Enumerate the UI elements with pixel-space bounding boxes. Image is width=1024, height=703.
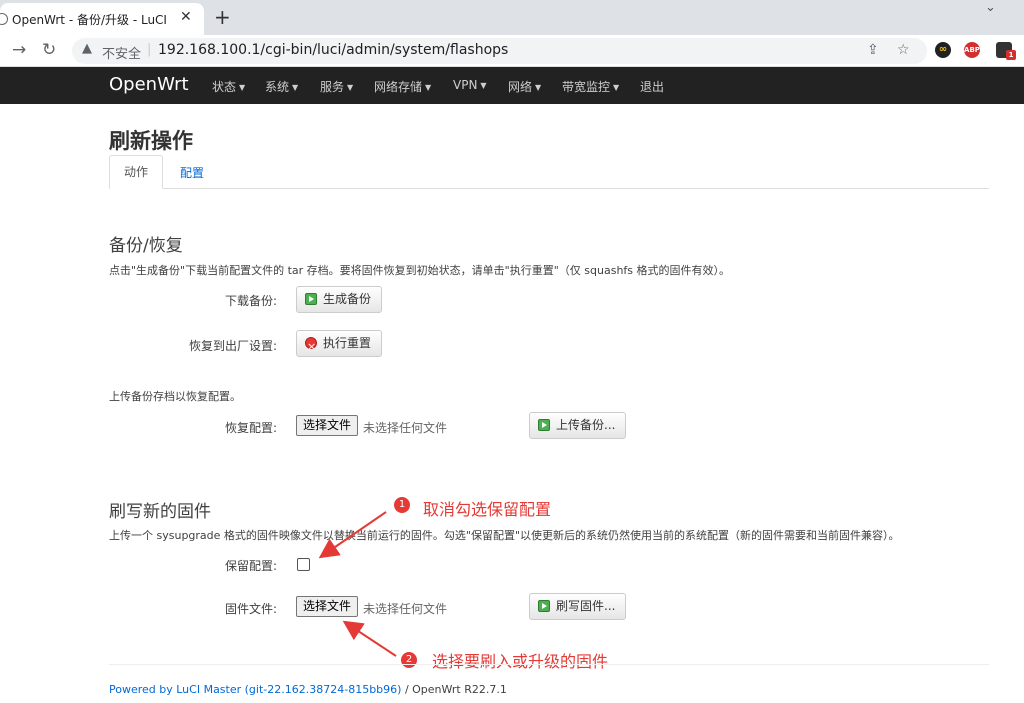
annotation-number-2: 2 <box>401 652 417 668</box>
divider: | <box>147 42 152 57</box>
download-backup-label: 下载备份: <box>225 294 278 308</box>
annotation-number-1: 1 <box>394 497 410 513</box>
menu-bandwidth[interactable]: 带宽监控 ▼ <box>562 78 619 95</box>
restore-config-label: 恢复配置: <box>225 421 278 435</box>
new-tab-button[interactable]: + <box>214 5 231 29</box>
annotation-text-2: 选择要刷入或升级的固件 <box>432 652 609 671</box>
adblock-icon[interactable]: ABP <box>964 42 980 58</box>
no-firmware-selected: 未选择任何文件 <box>363 602 448 616</box>
play-icon <box>538 419 550 431</box>
caret-down-icon: ▼ <box>292 83 299 92</box>
play-icon <box>538 600 550 612</box>
browser-tab-bar: OpenWrt - 备份/升级 - LuCI ✕ + ⌄ <box>0 0 1024 35</box>
upload-backup-button[interactable]: 上传备份... <box>529 412 627 439</box>
reset-icon <box>305 334 317 359</box>
caret-down-icon: ▼ <box>347 83 354 92</box>
brand-logo[interactable]: OpenWrt <box>109 74 189 95</box>
upload-backup-description: 上传备份存档以恢复配置。 <box>109 390 241 403</box>
url-text[interactable]: 192.168.100.1/cgi-bin/luci/admin/system/… <box>158 42 508 58</box>
close-tab-icon[interactable]: ✕ <box>180 9 192 25</box>
no-file-selected: 未选择任何文件 <box>363 421 448 435</box>
menu-status[interactable]: 状态 ▼ <box>212 78 245 95</box>
forward-icon[interactable]: → <box>12 40 26 60</box>
backup-description: 点击"生成备份"下载当前配置文件的 tar 存档。要将固件恢复到初始状态，请单击… <box>109 264 731 277</box>
play-icon <box>305 293 317 305</box>
annotation-arrows <box>318 511 397 657</box>
chevron-down-icon[interactable]: ⌄ <box>985 0 996 15</box>
openwrt-navbar: OpenWrt 状态 ▼ 系统 ▼ 服务 ▼ 网络存储 ▼ VPN ▼ 网络 ▼ 带宽监控 ▼… <box>0 67 1024 104</box>
keep-settings-label: 保留配置: <box>225 559 278 573</box>
menu-services[interactable]: 服务 ▼ <box>320 78 353 95</box>
menu-nas[interactable]: 网络存储 ▼ <box>374 78 431 95</box>
tab-actions[interactable]: 动作 <box>109 155 163 189</box>
caret-down-icon: ▼ <box>239 83 246 92</box>
address-bar-row: → ↻ ▲ 不安全 | 192.168.100.1/cgi-bin/luci/a… <box>0 35 1024 67</box>
reload-icon[interactable]: ↻ <box>42 40 56 60</box>
annotation-text-1: 取消勾选保留配置 <box>423 500 552 519</box>
arrow-to-file-button <box>342 620 397 657</box>
extension-icon[interactable]: ∞ <box>935 42 951 58</box>
footer: Powered by LuCI Master (git-22.162.38724… <box>109 683 507 696</box>
footer-version: / OpenWrt R22.7.1 <box>401 683 507 696</box>
flash-firmware-button[interactable]: 刷写固件... <box>529 593 627 620</box>
menu-vpn[interactable]: VPN ▼ <box>453 78 487 92</box>
footer-divider <box>109 664 989 665</box>
warning-icon[interactable]: ▲ <box>82 41 92 56</box>
browser-tab[interactable]: OpenWrt - 备份/升级 - LuCI ✕ <box>0 3 204 35</box>
menu-network[interactable]: 网络 ▼ <box>508 78 541 95</box>
menu-logout[interactable]: 退出 <box>640 78 664 95</box>
firmware-file-label: 固件文件: <box>225 602 278 616</box>
caret-down-icon: ▼ <box>613 83 620 92</box>
choose-firmware-file-button[interactable]: 选择文件 <box>296 596 359 617</box>
perform-reset-button[interactable]: 执行重置 <box>296 330 383 359</box>
tabs-divider <box>109 188 989 189</box>
luci-link[interactable]: Powered by LuCI Master (git-22.162.38724… <box>109 683 401 696</box>
choose-backup-file-button[interactable]: 选择文件 <box>296 415 359 436</box>
factory-reset-label: 恢复到出厂设置: <box>189 339 278 353</box>
caret-down-icon: ▼ <box>480 81 487 90</box>
generate-backup-button[interactable]: 生成备份 <box>296 286 383 313</box>
flash-heading: 刷写新的固件 <box>109 502 211 522</box>
notification-badge: 1 <box>1006 50 1016 60</box>
keep-settings-checkbox[interactable] <box>297 558 310 571</box>
globe-icon <box>0 13 8 25</box>
insecure-label[interactable]: 不安全 <box>102 43 141 62</box>
flash-description: 上传一个 sysupgrade 格式的固件映像文件以替换当前运行的固件。勾选"保… <box>109 529 900 542</box>
tab-title: OpenWrt - 备份/升级 - LuCI <box>12 13 167 27</box>
caret-down-icon: ▼ <box>425 83 432 92</box>
bookmark-star-icon[interactable]: ☆ <box>897 42 910 58</box>
tab-configuration[interactable]: 配置 <box>180 164 204 181</box>
backup-heading: 备份/恢复 <box>109 236 183 256</box>
menu-system[interactable]: 系统 ▼ <box>265 78 298 95</box>
caret-down-icon: ▼ <box>535 83 542 92</box>
omnibox[interactable]: ▲ 不安全 | 192.168.100.1/cgi-bin/luci/admin… <box>72 38 927 64</box>
page-title: 刷新操作 <box>109 129 193 153</box>
share-icon[interactable]: ⇪ <box>867 42 879 58</box>
